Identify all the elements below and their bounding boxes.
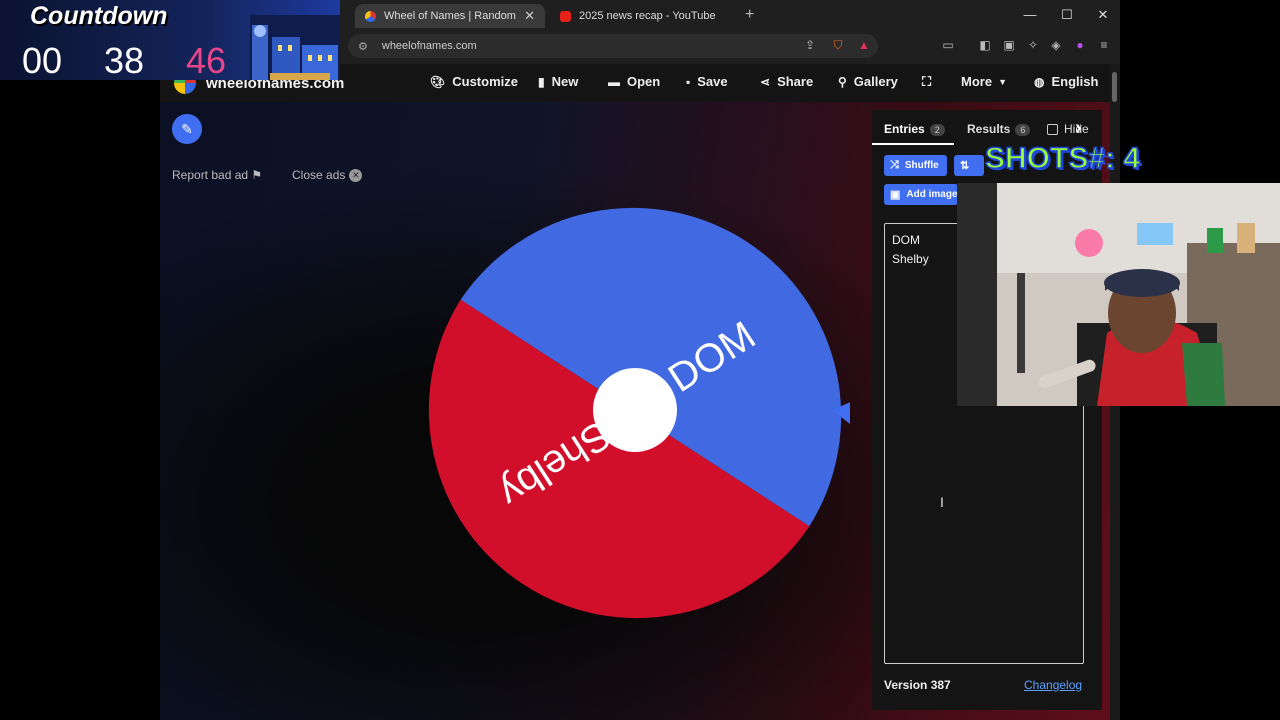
globe-icon: ◍ [1034,74,1045,89]
tab-results[interactable]: Results 6 [967,122,1031,136]
new-label: New [551,74,579,89]
search-icon: ⚲ [838,74,847,89]
shuffle-icon: ⤨ [890,159,899,171]
site-settings-icon[interactable]: ⚙ [358,40,368,53]
save-label: Save [697,74,728,89]
folder-icon: ▬ [608,74,620,89]
countdown-minutes: 38 [104,40,145,81]
shots-counter: SHOTS#: 4 [984,141,1141,176]
tab-wheel-of-names[interactable]: Wheel of Names | Random name picker ✕ [355,4,545,28]
clock-tower-illustration [250,15,340,80]
tab-title: Wheel of Names | Random name picker [384,10,518,22]
open-button[interactable]: ▬ Open [608,74,660,89]
collapse-panel-icon[interactable]: › [1075,117,1082,140]
language-label: English [1051,74,1099,89]
url-text: wheelofnames.com [381,40,477,52]
share-button[interactable]: ⋖ Share [760,74,813,89]
entries-count-badge: 2 [929,124,945,136]
wheel-favicon-icon [365,10,376,22]
text-cursor-icon: I [940,494,944,510]
language-button[interactable]: ◍ English [1034,74,1098,89]
image-icon: ▣ [890,189,901,201]
extension-icon[interactable]: ● [1072,38,1088,52]
sort-button[interactable]: ⇅ [954,155,984,176]
close-ads-label: Close ads [292,168,346,182]
countdown-seconds: 46 [186,40,227,81]
scrollbar-thumb[interactable] [1112,72,1117,102]
webcam-feed-image [957,183,1280,406]
palette-icon: 🎨︎ [430,74,446,89]
address-bar[interactable]: ⚙ wheelofnames.com [348,34,878,58]
close-ads-link[interactable]: Close ads ✕ [292,168,363,183]
cast-icon[interactable]: ▭ [940,38,956,52]
file-icon: ▮ [538,74,545,89]
minimize-icon[interactable]: — [1015,7,1045,22]
tab-entries[interactable]: Entries 2 [884,122,945,136]
results-count-badge: 6 [1015,124,1031,136]
open-label: Open [627,74,661,89]
countdown-hours: 00 [22,40,63,81]
menu-icon[interactable]: ≡ [1096,38,1112,52]
edit-title-button[interactable]: ✎ [172,114,202,144]
fullscreen-icon: ⛶ [922,74,932,89]
floppy-icon: ▪ [686,74,691,89]
active-tab-indicator [872,143,954,145]
customize-button[interactable]: 🎨︎ Customize [430,74,518,89]
shuffle-button[interactable]: ⤨ Shuffle [884,155,947,176]
results-tab-label: Results [967,122,1011,136]
shuffle-label: Shuffle [904,160,939,171]
hide-checkbox[interactable]: Hide [1047,122,1089,136]
add-image-label: Add image [906,189,958,200]
wallet-icon[interactable]: ▣ [1001,38,1017,52]
gallery-label: Gallery [853,74,898,89]
close-window-icon[interactable]: ✕ [1088,7,1118,23]
customize-label: Customize [452,74,518,89]
youtube-favicon-icon [560,10,571,22]
wheel-center-hub[interactable] [593,368,677,452]
new-button[interactable]: ▮ New [538,74,578,89]
share-page-icon[interactable]: ⇪ [802,38,818,52]
fullscreen-button[interactable]: ⛶ [922,74,931,90]
vpn-icon[interactable]: ◈ [1048,38,1064,52]
leo-ai-icon[interactable]: ✧ [1025,38,1041,52]
changelog-link[interactable]: Changelog [1024,678,1082,692]
more-button[interactable]: More ▼ [961,74,1007,89]
close-icon: ✕ [349,169,363,183]
tab-youtube[interactable]: 2025 news recap - YouTube [550,4,730,28]
gallery-button[interactable]: ⚲ Gallery [838,74,898,89]
report-bad-ad-link[interactable]: Report bad ad ⚑ [172,168,262,182]
countdown-title: Countdown [30,2,168,30]
brave-rewards-icon[interactable]: ▲ [856,38,872,52]
sort-icon: ⇅ [960,160,970,172]
browser-chrome: Wheel of Names | Random name picker ✕ 20… [340,0,1120,64]
add-image-button[interactable]: ▣ Add image [884,184,958,205]
save-button[interactable]: ▪ Save [686,74,728,89]
pencil-icon: ✎ [181,120,193,137]
countdown-overlay: Countdown 00 38 46 [0,0,340,81]
tab-title: 2025 news recap - YouTube [579,10,716,22]
share-label: Share [777,74,814,89]
version-label: Version 387 [884,678,951,692]
share-icon: ⋖ [760,74,771,89]
entries-tab-label: Entries [884,122,925,136]
close-tab-icon[interactable]: ✕ [524,8,535,24]
new-tab-icon[interactable]: + [745,6,754,24]
checkbox-icon [1047,124,1058,136]
spin-wheel[interactable]: DOM Shelby [420,198,850,628]
report-label: Report bad ad [172,168,249,182]
maximize-icon[interactable]: ☐ [1052,7,1082,23]
more-label: More [961,74,993,89]
brave-shield-icon[interactable]: ⛉ [830,38,846,53]
caret-down-icon: ▼ [998,76,1007,87]
sidebar-icon[interactable]: ◧ [977,38,993,52]
flag-icon: ⚑ [251,168,263,182]
